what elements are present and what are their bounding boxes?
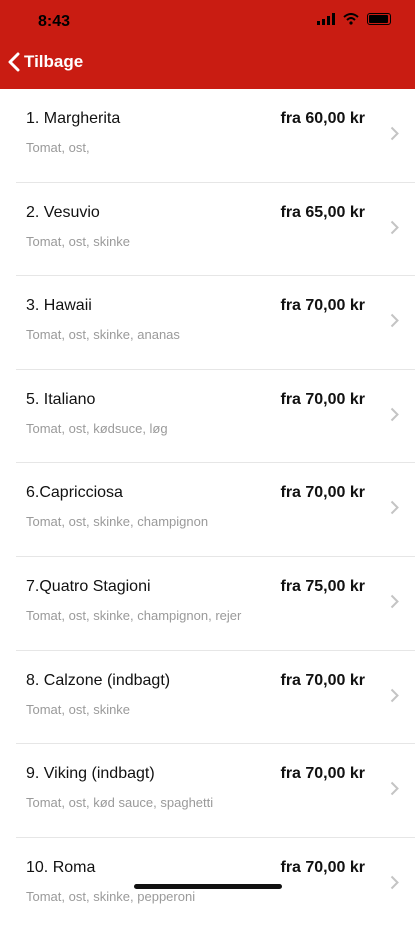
item-description: Tomat, ost, skinke, champignon	[26, 514, 209, 530]
list-item[interactable]: 9. Viking (indbagt) fra 70,00 kr Tomat, …	[16, 744, 415, 838]
chevron-right-icon	[390, 781, 399, 796]
list-item[interactable]: 6.Capricciosa fra 70,00 kr Tomat, ost, s…	[16, 463, 415, 557]
item-name: 10. Roma	[26, 858, 96, 876]
list-item[interactable]: 3. Hawaii fra 70,00 kr Tomat, ost, skink…	[16, 276, 415, 370]
chevron-right-icon	[390, 594, 399, 609]
item-name: 1. Margherita	[26, 110, 121, 127]
item-name: 8. Calzone (indbagt)	[26, 671, 171, 689]
status-time: 8:43	[38, 13, 71, 30]
chevron-left-icon	[8, 52, 20, 72]
item-description: Tomat, ost, skinke	[26, 701, 131, 717]
back-button[interactable]: Tilbage	[8, 52, 83, 72]
list-item[interactable]: 7.Quatro Stagioni fra 75,00 kr Tomat, os…	[16, 557, 415, 651]
chevron-right-icon	[390, 407, 399, 421]
item-name: 5. Italiano	[26, 390, 96, 408]
item-description: Tomat, ost,	[26, 140, 90, 155]
pizza-list: 1. Margherita fra 60,00 kr Tomat, ost, 2…	[0, 89, 415, 930]
back-label: Tilbage	[24, 52, 84, 71]
item-price: fra 70,00 kr	[280, 484, 365, 502]
list-item[interactable]: 5. Italiano fra 70,00 kr Tomat, ost, kød…	[16, 370, 415, 464]
item-price: fra 70,00 kr	[280, 858, 365, 876]
item-price: fra 70,00 kr	[280, 671, 365, 689]
item-price: fra 65,00 kr	[280, 203, 365, 221]
chevron-right-icon	[390, 313, 399, 328]
chevron-right-icon	[390, 220, 399, 234]
chevron-right-icon	[390, 501, 399, 515]
navigation-bar: 8:43 Tilbage	[0, 0, 415, 89]
item-description: Tomat, ost, skinke, ananas	[26, 327, 180, 343]
list-item[interactable]: 8. Calzone (indbagt) fra 70,00 kr Tomat,…	[16, 651, 415, 745]
status-icons	[317, 13, 391, 25]
item-description: Tomat, ost, kødsuce, løg	[26, 420, 168, 436]
item-description: Tomat, ost, skinke, pepperoni	[26, 888, 196, 904]
item-price: fra 75,00 kr	[280, 577, 365, 595]
item-name: 2. Vesuvio	[26, 203, 100, 221]
item-description: Tomat, ost, kød sauce, spaghetti	[26, 795, 214, 811]
item-name: 9. Viking (indbagt)	[26, 765, 155, 783]
item-price: fra 70,00 kr	[280, 390, 365, 408]
chevron-right-icon	[390, 875, 399, 889]
item-price: fra 70,00 kr	[280, 765, 365, 783]
item-price: fra 70,00 kr	[280, 297, 365, 315]
list-item[interactable]: 2. Vesuvio fra 65,00 kr Tomat, ost, skin…	[16, 183, 415, 277]
home-indicator[interactable]	[134, 884, 282, 889]
item-price: fra 60,00 kr	[280, 110, 365, 127]
battery-icon	[367, 13, 391, 25]
wifi-icon	[343, 13, 359, 25]
item-name: 3. Hawaii	[26, 297, 92, 315]
item-description: Tomat, ost, skinke	[26, 233, 131, 249]
list-item[interactable]: 1. Margherita fra 60,00 kr Tomat, ost,	[16, 89, 415, 183]
chevron-right-icon	[390, 688, 399, 702]
chevron-right-icon	[390, 126, 399, 141]
signal-icon	[317, 13, 335, 25]
item-name: 6.Capricciosa	[26, 484, 123, 502]
item-name: 7.Quatro Stagioni	[26, 577, 151, 595]
item-description: Tomat, ost, skinke, champignon, rejer	[26, 607, 242, 623]
